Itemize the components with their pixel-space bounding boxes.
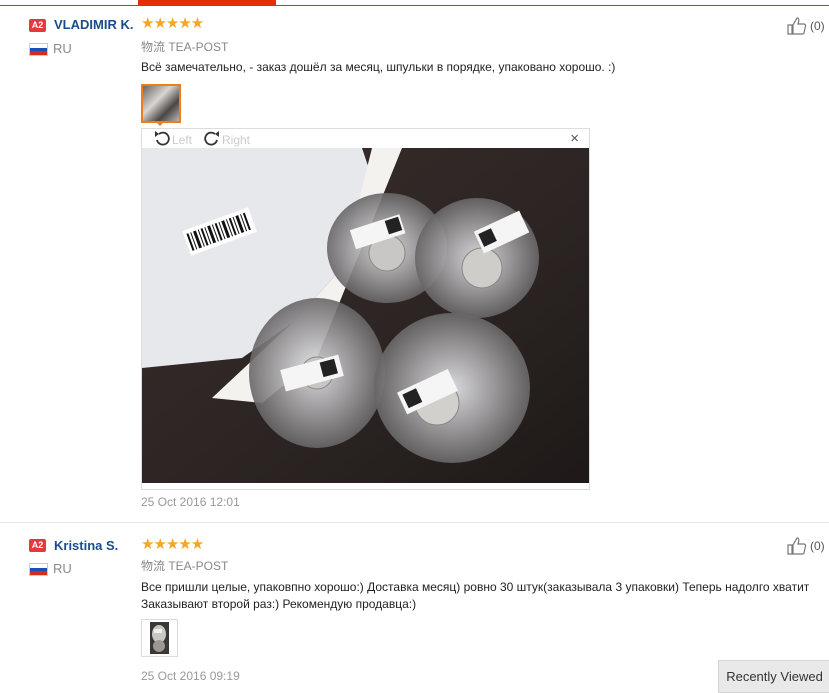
review-date: 25 Oct 2016 09:19	[141, 669, 240, 683]
thumbs-up-icon[interactable]	[787, 17, 807, 35]
review-photo-large	[142, 148, 589, 483]
reviewer-country: RU	[53, 41, 72, 56]
helpful-count: (0)	[810, 19, 825, 33]
review-text: Всё замечательно, - заказ дошёл за месяц…	[141, 60, 616, 74]
rotate-right-button[interactable]: Right	[202, 130, 250, 150]
thumbnail-active-caret	[155, 121, 165, 126]
rotate-right-icon[interactable]	[202, 130, 222, 150]
logistics-info: 物流 TEA-POST	[141, 40, 229, 54]
review-text: Все пришли целые, упаковпно хорошо:) Дос…	[141, 580, 810, 611]
reviewer-name[interactable]: Kristina S.	[54, 538, 118, 553]
review-item: A2 Kristina S. RU ★★★★★ 物流 TEA-POST Все …	[0, 530, 829, 691]
buyer-level-badge: A2	[29, 19, 46, 32]
rotate-left-label[interactable]: Left	[172, 133, 192, 147]
helpful-count: (0)	[810, 539, 825, 553]
rating-stars: ★★★★★	[141, 15, 204, 32]
review-item: A2 VLADIMIR K. RU ★★★★★ 物流 TEA-POST Всё …	[0, 8, 829, 523]
active-tab-indicator	[138, 0, 276, 5]
russia-flag-icon	[29, 43, 48, 56]
rotate-left-button[interactable]: Left	[152, 130, 192, 150]
buyer-level-badge: A2	[29, 539, 46, 552]
reviewer-country: RU	[53, 561, 72, 576]
rotate-right-label[interactable]: Right	[222, 133, 250, 147]
review-date: 25 Oct 2016 12:01	[141, 495, 240, 509]
helpful-button[interactable]: (0)	[787, 17, 825, 35]
thumbs-up-icon[interactable]	[787, 537, 807, 555]
viewer-toolbar: Left Right ×	[142, 129, 589, 147]
helpful-button[interactable]: (0)	[787, 537, 825, 555]
recently-viewed-button[interactable]: Recently Viewed	[718, 660, 829, 693]
reviewer-name[interactable]: VLADIMIR K.	[54, 17, 133, 32]
rating-stars: ★★★★★	[141, 536, 204, 553]
close-icon[interactable]: ×	[570, 130, 579, 147]
photo-viewer: Left Right ×	[141, 128, 590, 490]
logistics-info: 物流 TEA-POST	[141, 559, 229, 573]
top-tab-bar	[0, 0, 829, 6]
rotate-left-icon[interactable]	[152, 130, 172, 150]
russia-flag-icon	[29, 563, 48, 576]
review-photo-thumbnail[interactable]	[141, 619, 178, 657]
review-photo-thumbnail[interactable]	[141, 84, 181, 123]
